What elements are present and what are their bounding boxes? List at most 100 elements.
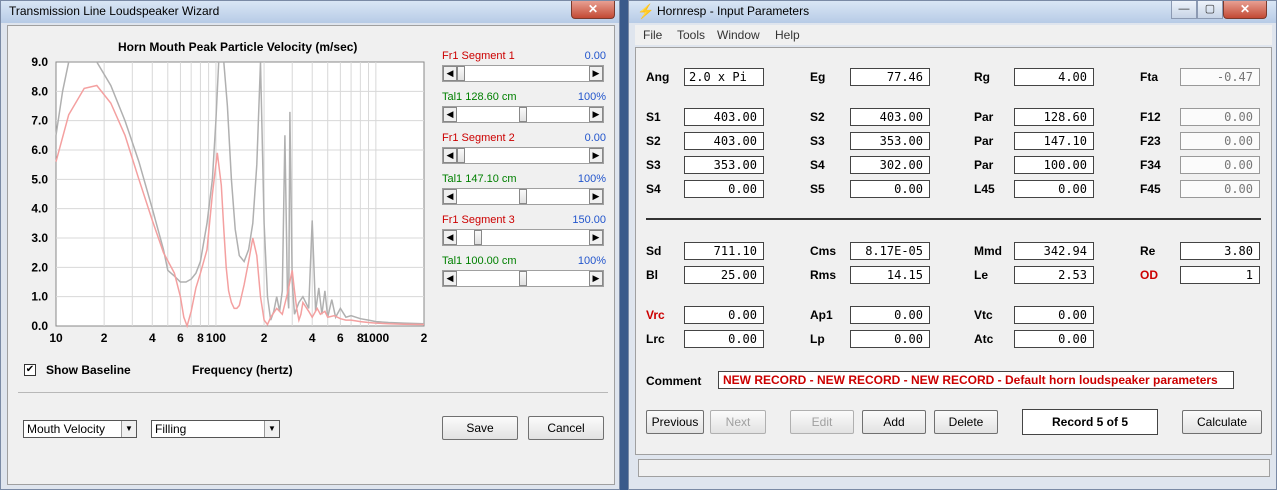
param-field[interactable]: 147.10 <box>1014 132 1094 150</box>
menu-help[interactable]: Help <box>775 28 800 42</box>
x-tick-label: 10 <box>49 331 63 345</box>
param-field[interactable]: 353.00 <box>850 132 930 150</box>
menu-file[interactable]: File <box>643 28 662 42</box>
param-field[interactable]: 403.00 <box>684 108 764 126</box>
param-field[interactable]: 4.00 <box>1014 68 1094 86</box>
param-field[interactable]: 0.00 <box>850 330 930 348</box>
arrow-left-icon[interactable]: ◀ <box>443 107 457 122</box>
param-field[interactable]: 2.0 x Pi <box>684 68 764 86</box>
param-field[interactable]: 0.00 <box>1014 330 1094 348</box>
chevron-down-icon[interactable]: ▼ <box>121 421 136 437</box>
calculate-button[interactable]: Calculate <box>1182 410 1262 434</box>
edit-button[interactable]: Edit <box>790 410 854 434</box>
comment-field[interactable]: NEW RECORD - NEW RECORD - NEW RECORD - D… <box>718 371 1234 389</box>
arrow-right-icon[interactable]: ▶ <box>589 271 603 286</box>
arrow-right-icon[interactable]: ▶ <box>589 230 603 245</box>
minimize-icon[interactable]: — <box>1171 1 1197 19</box>
segment-slider[interactable]: ◀ ▶ <box>442 229 604 246</box>
param-field[interactable]: 0.00 <box>1014 306 1094 324</box>
param-field[interactable]: 342.94 <box>1014 242 1094 260</box>
param-label: Sd <box>646 244 662 258</box>
chevron-down-icon[interactable]: ▼ <box>264 421 279 437</box>
arrow-left-icon[interactable]: ◀ <box>443 148 457 163</box>
x-tick-label: 1000 <box>363 331 390 345</box>
maximize-icon[interactable]: ▢ <box>1197 1 1223 19</box>
slider-label: Tal1 128.60 cm <box>442 91 517 103</box>
param-field[interactable]: 2.53 <box>1014 266 1094 284</box>
param-field[interactable]: 0.00 <box>1014 180 1094 198</box>
wizard-titlebar[interactable]: Transmission Line Loudspeaker Wizard ✕ <box>1 1 619 23</box>
wizard-close-icon[interactable]: ✕ <box>571 1 615 19</box>
menu-bar: File Tools Window Help <box>635 25 1272 45</box>
slider-label: Tal1 100.00 cm <box>442 255 517 267</box>
segment-slider[interactable]: ◀ ▶ <box>442 188 604 205</box>
segment-slider[interactable]: ◀ ▶ <box>442 270 604 287</box>
param-field[interactable]: 14.15 <box>850 266 930 284</box>
param-field[interactable]: 302.00 <box>850 156 930 174</box>
param-field[interactable]: 0.00 <box>684 330 764 348</box>
arrow-right-icon[interactable]: ▶ <box>589 148 603 163</box>
arrow-left-icon[interactable]: ◀ <box>443 271 457 286</box>
param-label: Ap1 <box>810 308 833 322</box>
slider-thumb[interactable] <box>457 66 465 81</box>
arrow-left-icon[interactable]: ◀ <box>443 230 457 245</box>
hornresp-window: ⚡ Hornresp - Input Parameters — ▢ ✕ File… <box>628 0 1277 490</box>
previous-button[interactable]: Previous <box>646 410 704 434</box>
param-field[interactable]: 3.80 <box>1180 242 1260 260</box>
save-button[interactable]: Save <box>442 416 518 440</box>
slider-thumb[interactable] <box>519 107 527 122</box>
filling-dropdown[interactable]: Filling ▼ <box>151 420 280 438</box>
arrow-right-icon[interactable]: ▶ <box>589 66 603 81</box>
param-field[interactable]: 0.00 <box>684 306 764 324</box>
param-field[interactable]: 353.00 <box>684 156 764 174</box>
param-field[interactable]: 0.00 <box>850 180 930 198</box>
param-field[interactable]: 77.46 <box>850 68 930 86</box>
show-baseline-checkbox[interactable]: ✔ <box>24 364 36 376</box>
param-field[interactable]: 403.00 <box>684 132 764 150</box>
y-tick-label: 4.0 <box>31 202 48 216</box>
param-field[interactable]: 100.00 <box>1014 156 1094 174</box>
slider-thumb[interactable] <box>519 271 527 286</box>
hornresp-close-icon[interactable]: ✕ <box>1223 1 1267 19</box>
slider-thumb[interactable] <box>474 230 483 245</box>
param-field[interactable]: 403.00 <box>850 108 930 126</box>
param-field[interactable]: 1 <box>1180 266 1260 284</box>
menu-window[interactable]: Window <box>717 28 760 42</box>
param-field: 0.00 <box>1180 108 1260 126</box>
param-label: Re <box>1140 244 1156 258</box>
add-button[interactable]: Add <box>862 410 926 434</box>
next-button[interactable]: Next <box>710 410 766 434</box>
param-field[interactable]: 25.00 <box>684 266 764 284</box>
record-counter: Record 5 of 5 <box>1022 409 1158 435</box>
param-field[interactable]: 711.10 <box>684 242 764 260</box>
segment-slider[interactable]: ◀ ▶ <box>442 65 604 82</box>
arrow-left-icon[interactable]: ◀ <box>443 189 457 204</box>
delete-button[interactable]: Delete <box>934 410 998 434</box>
y-tick-label: 1.0 <box>31 290 48 304</box>
slider-thumb[interactable] <box>457 148 465 163</box>
segment-slider[interactable]: ◀ ▶ <box>442 106 604 123</box>
slider-label: Fr1 Segment 1 <box>442 50 515 62</box>
menu-tools[interactable]: Tools <box>677 28 705 42</box>
param-field[interactable]: 0.00 <box>850 306 930 324</box>
slider-thumb[interactable] <box>519 189 527 204</box>
param-label: Atc <box>974 332 994 346</box>
param-label: Vrc <box>646 308 665 322</box>
param-label: L45 <box>974 182 995 196</box>
hornresp-titlebar[interactable]: ⚡ Hornresp - Input Parameters — ▢ ✕ <box>629 1 1276 23</box>
arrow-right-icon[interactable]: ▶ <box>589 107 603 122</box>
plot-type-dropdown[interactable]: Mouth Velocity ▼ <box>23 420 137 438</box>
param-field[interactable]: 0.00 <box>684 180 764 198</box>
cancel-button[interactable]: Cancel <box>528 416 604 440</box>
segment-sliders: Fr1 Segment 1 0.00 ◀ ▶ Tal1 128.60 cm 100% ◀ ▶ F… <box>442 50 606 300</box>
arrow-left-icon[interactable]: ◀ <box>443 66 457 81</box>
arrow-right-icon[interactable]: ▶ <box>589 189 603 204</box>
section-divider <box>646 218 1261 220</box>
param-field[interactable]: 128.60 <box>1014 108 1094 126</box>
param-label: OD <box>1140 268 1158 282</box>
param-field[interactable]: 8.17E-05 <box>850 242 930 260</box>
slider-value: 100% <box>577 255 606 267</box>
show-baseline-label[interactable]: Show Baseline <box>46 363 131 377</box>
segment-slider[interactable]: ◀ ▶ <box>442 147 604 164</box>
param-label: Par <box>974 134 994 148</box>
